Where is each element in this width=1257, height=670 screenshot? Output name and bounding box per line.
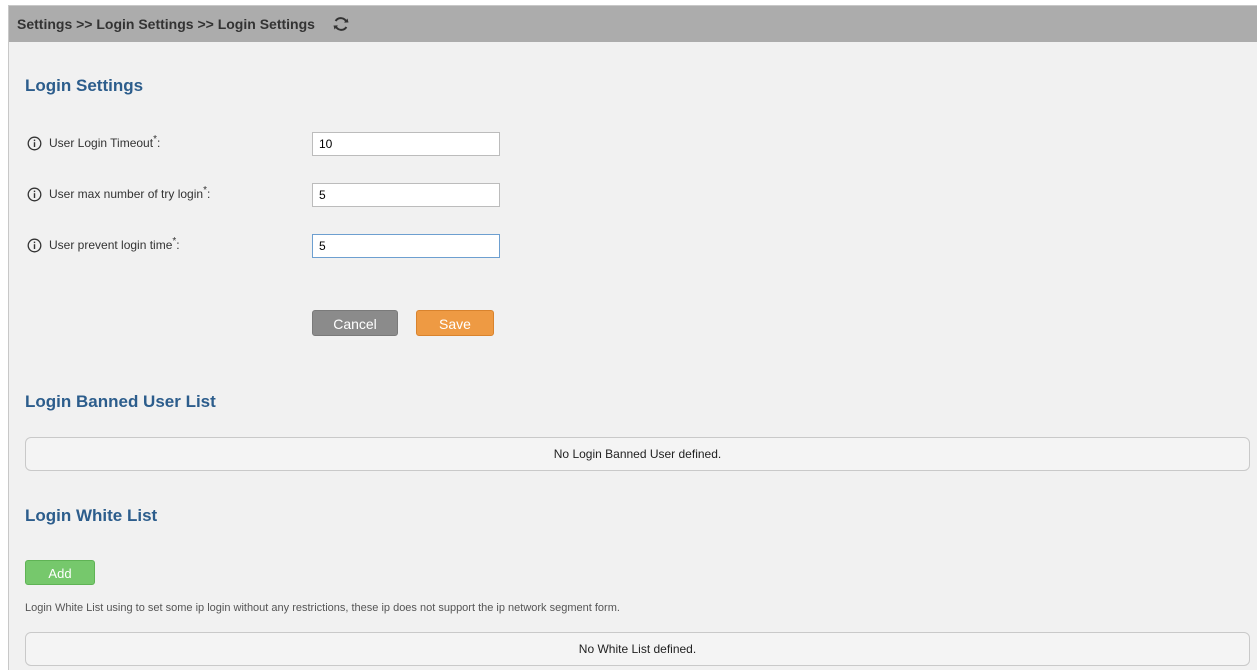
max-try-login-input[interactable] <box>312 183 500 207</box>
breadcrumb-bar: Settings >> Login Settings >> Login Sett… <box>9 6 1257 42</box>
login-settings-title: Login Settings <box>25 76 144 95</box>
white-list-empty-message: No White List defined. <box>25 632 1250 666</box>
save-button[interactable]: Save <box>416 310 494 336</box>
info-icon[interactable] <box>27 136 42 151</box>
white-list-title: Login White List <box>25 506 158 525</box>
refresh-icon[interactable] <box>331 14 351 34</box>
info-icon[interactable] <box>27 187 42 202</box>
prevent-login-time-row: User prevent login time*: <box>27 234 527 258</box>
banned-list-empty-message: No Login Banned User defined. <box>25 437 1250 471</box>
prevent-login-time-label: User prevent login time*: <box>49 236 180 253</box>
login-timeout-row: User Login Timeout*: <box>27 132 527 156</box>
max-try-login-label: User max number of try login*: <box>49 185 211 202</box>
prevent-login-time-input[interactable] <box>312 234 500 258</box>
max-try-login-row: User max number of try login*: <box>27 183 527 207</box>
page-content: Settings >> Login Settings >> Login Sett… <box>8 5 1257 670</box>
white-list-note: Login White List using to set some ip lo… <box>25 602 620 614</box>
login-timeout-input[interactable] <box>312 132 500 156</box>
info-icon[interactable] <box>27 238 42 253</box>
banned-list-title: Login Banned User List <box>25 392 216 411</box>
login-timeout-label: User Login Timeout*: <box>49 134 161 151</box>
cancel-button[interactable]: Cancel <box>312 310 398 336</box>
add-button[interactable]: Add <box>25 560 95 585</box>
breadcrumb: Settings >> Login Settings >> Login Sett… <box>17 16 315 32</box>
